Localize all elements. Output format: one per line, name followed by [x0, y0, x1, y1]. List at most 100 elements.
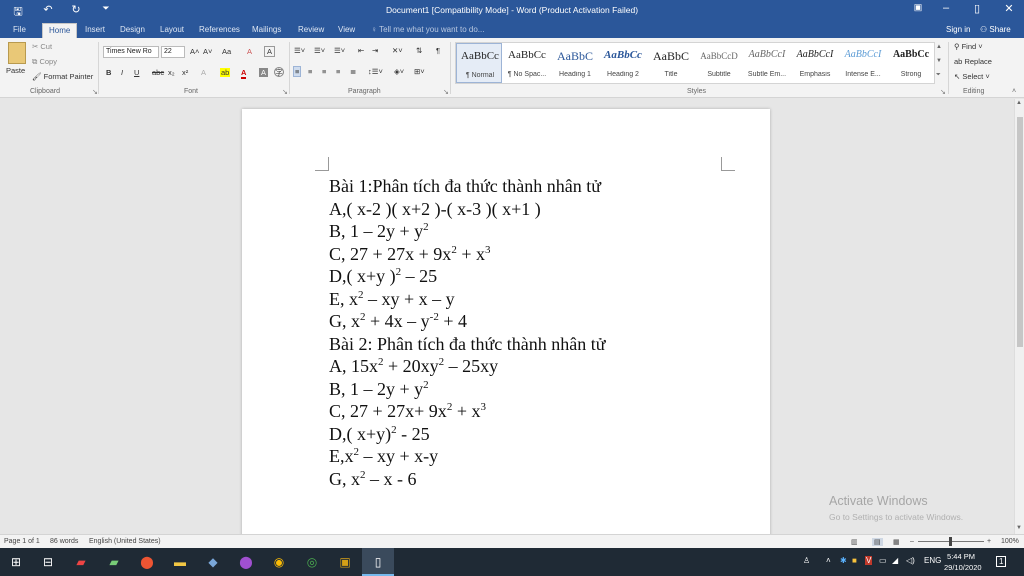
italic-button[interactable]: I — [121, 68, 123, 77]
format-painter-button[interactable]: 🖌 Format Painter — [32, 72, 93, 81]
styles-more-icon[interactable]: ⏷ — [936, 72, 941, 79]
style-strong[interactable]: AaBbCc Strong — [888, 43, 934, 83]
paragraph-launcher-icon[interactable]: ↘ — [443, 88, 449, 96]
document-line[interactable]: G, x2 – x - 6 — [329, 468, 417, 493]
highlight-button[interactable]: ab — [220, 68, 231, 77]
font-name-dropdown[interactable]: Times New Ro — [103, 46, 159, 58]
document-line[interactable]: D,( x+y )2 – 25 — [329, 265, 437, 290]
document-line[interactable]: E,x2 – xy + x-y — [329, 445, 438, 470]
language-indicator[interactable]: English (United States) — [89, 538, 161, 545]
style-heading-2[interactable]: AaBbCc Heading 2 — [600, 43, 646, 83]
font-launcher-icon[interactable]: ↘ — [282, 88, 288, 96]
document-line[interactable]: A,( x-2 )( x+2 )-( x-3 )( x+1 ) — [329, 198, 541, 220]
app-icon[interactable]: ▰ — [106, 554, 122, 570]
tab-review[interactable]: Review — [298, 25, 324, 34]
styles-scroll-down-icon[interactable]: ▼ — [936, 58, 942, 64]
align-left-icon[interactable]: ≡ — [293, 66, 302, 77]
grow-font-button[interactable]: A˄ — [190, 47, 199, 56]
scroll-up-icon[interactable]: ▲ — [1016, 100, 1022, 106]
superscript-button[interactable]: x² — [182, 68, 188, 77]
shading-paint-bucket-icon[interactable]: ◈˅ — [394, 67, 404, 76]
styles-scroll-up-icon[interactable]: ▲ — [936, 44, 942, 50]
bluetooth-icon[interactable]: ✱ — [840, 556, 847, 565]
tab-mailings[interactable]: Mailings — [252, 25, 281, 34]
justify-icon[interactable]: ≡ — [336, 67, 340, 76]
minimize-button[interactable]: – — [931, 2, 961, 14]
style-normal[interactable]: AaBbCc ¶ Normal — [456, 43, 502, 83]
align-right-icon[interactable]: ≡ — [322, 67, 326, 76]
show-hidden-icons[interactable]: ˄ — [826, 556, 831, 565]
distributed-icon[interactable]: ≣ — [350, 67, 356, 76]
multilevel-list-icon[interactable]: ☰˅ — [334, 46, 345, 55]
clipboard-launcher-icon[interactable]: ↘ — [92, 88, 98, 96]
zoom-out-button[interactable]: – — [910, 538, 914, 545]
increase-indent-icon[interactable]: ⇥ — [372, 46, 378, 55]
word-count[interactable]: 86 words — [50, 538, 78, 545]
style-subtle-emphasis[interactable]: AaBbCcI Subtle Em... — [744, 43, 790, 83]
network-icon[interactable]: ◢ — [892, 556, 898, 565]
shading-icon[interactable]: A — [259, 68, 269, 77]
scroll-down-icon[interactable]: ▼ — [1016, 525, 1022, 531]
numbering-icon[interactable]: ☰˅ — [314, 46, 325, 55]
style-no-spacing[interactable]: AaBbCc ¶ No Spac... — [504, 43, 550, 83]
document-line[interactable]: Bài 2: Phân tích đa thức thành nhân tử — [329, 333, 605, 355]
tab-design[interactable]: Design — [120, 25, 145, 34]
scrollbar-thumb[interactable] — [1017, 117, 1023, 347]
share-button[interactable]: ⚇ Share — [980, 25, 1011, 34]
zoom-slider-thumb[interactable] — [949, 537, 952, 546]
tell-me-search[interactable]: ♀ Tell me what you want to do... — [371, 25, 484, 34]
zoom-in-button[interactable]: + — [987, 538, 991, 545]
document-line[interactable]: G, x2 + 4x – y-2 + 4 — [329, 310, 467, 335]
find-button[interactable]: ⚲ Find ˅ — [954, 42, 983, 51]
tab-view[interactable]: View — [338, 25, 355, 34]
subscript-button[interactable]: x₂ — [168, 68, 175, 77]
people-icon[interactable]: ♙ — [803, 556, 810, 565]
page-count[interactable]: Page 1 of 1 — [4, 538, 40, 545]
cut-button[interactable]: ✂ Cut — [32, 42, 52, 51]
style-intense-emphasis[interactable]: AaBbCcI Intense E... — [840, 43, 886, 83]
styles-launcher-icon[interactable]: ↘ — [940, 88, 946, 96]
document-area[interactable]: Bài 1:Phân tích đa thức thành nhân tử A,(… — [0, 99, 1014, 534]
maps-icon[interactable]: ⬤ — [139, 554, 155, 570]
print-layout-icon[interactable]: ▤ — [872, 538, 883, 546]
antivirus-icon[interactable]: V — [865, 556, 873, 565]
tab-layout[interactable]: Layout — [160, 25, 184, 34]
document-line[interactable]: Bài 1:Phân tích đa thức thành nhân tử — [329, 175, 601, 197]
copy-button[interactable]: ⧉ Copy — [32, 57, 57, 67]
enclose-characters-icon[interactable]: 字 — [274, 67, 284, 77]
clear-formatting-button[interactable]: A — [247, 47, 252, 56]
collapse-ribbon-icon[interactable]: ˄ — [1012, 88, 1016, 95]
style-title[interactable]: AaBbC Title — [648, 43, 694, 83]
document-line[interactable]: B, 1 – 2y + y2 — [329, 378, 429, 403]
style-emphasis[interactable]: AaBbCcI Emphasis — [792, 43, 838, 83]
ribbon-display-options-icon[interactable]: ▣ — [903, 2, 933, 13]
web-layout-icon[interactable]: ▦ — [893, 538, 900, 546]
volume-icon[interactable]: ◁) — [906, 556, 915, 565]
select-button[interactable]: ↖ Select ˅ — [954, 72, 990, 81]
sort-icon[interactable]: ⇅ — [416, 46, 422, 55]
character-border-icon[interactable]: A — [264, 46, 276, 57]
document-line[interactable]: A, 15x2 + 20xy2 – 25xy — [329, 355, 498, 380]
tab-file[interactable]: File — [13, 25, 26, 34]
document-line[interactable]: C, 27 + 27x + 9x2 + x3 — [329, 243, 490, 268]
close-button[interactable]: ✕ — [994, 2, 1024, 15]
app-icon[interactable]: ⬤ — [238, 554, 254, 570]
windows-start-icon[interactable]: ⊞ — [8, 554, 24, 570]
chrome-icon[interactable]: ◉ — [271, 554, 287, 570]
system-clock[interactable]: 5:44 PM 29/10/2020 — [944, 551, 982, 573]
app-icon[interactable]: ◎ — [304, 554, 320, 570]
style-subtitle[interactable]: AaBbCcD Subtitle — [696, 43, 742, 83]
change-case-button[interactable]: Aa — [222, 47, 231, 56]
vertical-scrollbar[interactable]: ▲ ▼ — [1014, 99, 1024, 534]
notifications-icon[interactable]: 1 — [996, 556, 1007, 567]
battery-icon[interactable]: ▭ — [879, 556, 887, 565]
tab-references[interactable]: References — [199, 25, 240, 34]
maximize-button[interactable]: ▯ — [962, 2, 992, 15]
borders-icon[interactable]: ⊞˅ — [414, 67, 425, 76]
font-color-button[interactable]: A — [241, 68, 247, 79]
line-spacing-icon[interactable]: ↕☰˅ — [368, 67, 383, 76]
app-icon[interactable]: ▰ — [73, 554, 89, 570]
file-explorer-icon[interactable]: ▬ — [172, 554, 188, 570]
document-line[interactable]: D,( x+y)2 - 25 — [329, 423, 430, 448]
bullets-icon[interactable]: ☰˅ — [294, 46, 305, 55]
